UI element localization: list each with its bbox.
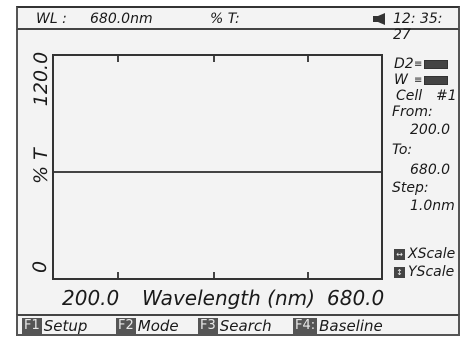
- f3-key: F3: [198, 318, 218, 334]
- f2-mode-button[interactable]: F2 Mode: [116, 317, 179, 335]
- lamp-d2-label: D2: [394, 56, 414, 72]
- from-value: 200.0: [410, 122, 451, 138]
- trace-line: [54, 171, 381, 173]
- speaker-icon: [373, 13, 385, 25]
- x-tick: [213, 56, 215, 62]
- lamp-w-indicator: [424, 76, 448, 85]
- f2-label: Mode: [137, 317, 179, 335]
- f4-key: F4:: [293, 318, 318, 334]
- f4-label: Baseline: [319, 317, 383, 335]
- yscale-label[interactable]: YScale: [408, 264, 454, 280]
- lamp-d2-icon: ≡: [414, 59, 423, 70]
- xscale-icon: ↔: [394, 249, 405, 260]
- cell-value: #1: [436, 88, 457, 104]
- f3-search-button[interactable]: F3 Search: [198, 317, 272, 335]
- step-value: 1.0nm: [410, 198, 455, 214]
- f2-key: F2: [116, 318, 136, 334]
- plot-area: [52, 54, 383, 280]
- y-min-label: 0: [29, 260, 51, 274]
- f4-baseline-button[interactable]: F4: Baseline: [293, 317, 383, 335]
- status-bar: WL : 680.0nm % T: 12: 35: 27: [16, 6, 460, 43]
- f1-label: Setup: [43, 317, 88, 335]
- to-value: 680.0: [410, 162, 451, 178]
- f1-key: F1: [22, 318, 42, 334]
- wavelength-value: 680.0nm: [90, 11, 153, 27]
- x-max-label: 680.0: [327, 286, 385, 310]
- yscale-icon: ↕: [394, 267, 405, 278]
- to-label: To:: [392, 142, 413, 158]
- f3-label: Search: [219, 317, 272, 335]
- x-tick: [117, 272, 119, 278]
- x-tick: [307, 56, 309, 62]
- x-tick: [213, 272, 215, 278]
- x-tick: [307, 272, 309, 278]
- lamp-w-icon: ≡: [414, 75, 423, 86]
- cell-label: Cell: [396, 88, 423, 104]
- x-tick: [117, 56, 119, 62]
- f1-setup-button[interactable]: F1 Setup: [22, 317, 87, 335]
- transmittance-label: % T:: [210, 11, 240, 27]
- from-label: From:: [392, 104, 433, 120]
- y-max-label: 120.0: [30, 51, 52, 107]
- lamp-d2-indicator: [424, 60, 448, 69]
- lamp-w-label: W: [394, 72, 408, 88]
- clock-time: 12: 35: 27: [393, 11, 443, 43]
- x-axis-title: Wavelength (nm): [142, 286, 315, 310]
- xscale-label[interactable]: XScale: [408, 246, 455, 262]
- y-axis-title: % T: [30, 148, 52, 184]
- step-label: Step:: [392, 180, 429, 196]
- function-key-bar: F1 Setup F2 Mode F3 Search F4: Baseline: [16, 314, 460, 336]
- wavelength-label: WL :: [36, 11, 67, 27]
- x-min-label: 200.0: [62, 286, 120, 310]
